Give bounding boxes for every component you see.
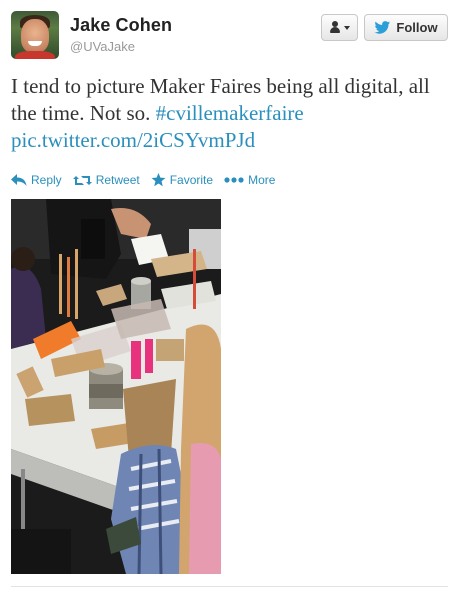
star-icon (151, 173, 166, 187)
more-icon (224, 177, 244, 183)
avatar-face (21, 19, 49, 53)
retweet-action[interactable]: Retweet (72, 173, 140, 187)
follow-button[interactable]: Follow (364, 14, 448, 41)
avatar-shirt (15, 51, 55, 59)
tweet-actions: Reply Retweet Favorite More (11, 171, 286, 189)
caret-down-icon (344, 25, 350, 30)
user-actions-button[interactable] (321, 14, 358, 41)
maker-table-photo (11, 199, 221, 574)
user-name[interactable]: Jake Cohen (70, 15, 172, 36)
reply-icon (11, 174, 27, 186)
follow-button-label: Follow (396, 20, 438, 35)
hashtag-link[interactable]: #cvillemakerfaire (156, 101, 304, 125)
divider (11, 586, 448, 587)
favorite-label: Favorite (169, 173, 214, 187)
retweet-icon (72, 175, 92, 185)
favorite-action[interactable]: Favorite (151, 173, 213, 187)
tweet-text: I tend to picture Maker Faires being all… (11, 73, 451, 154)
avatar[interactable] (11, 11, 59, 59)
retweet-label: Retweet (95, 173, 140, 187)
twitter-bird-icon (374, 21, 391, 34)
reply-label: Reply (31, 173, 62, 187)
more-action[interactable]: More (224, 173, 275, 187)
pic-link[interactable]: pic.twitter.com/2iCSYvmPJd (11, 128, 255, 152)
tweet-photo[interactable] (11, 199, 221, 574)
user-handle[interactable]: @UVaJake (70, 39, 135, 54)
more-label: More (248, 173, 276, 187)
reply-action[interactable]: Reply (11, 173, 62, 187)
user-icon (329, 21, 341, 34)
